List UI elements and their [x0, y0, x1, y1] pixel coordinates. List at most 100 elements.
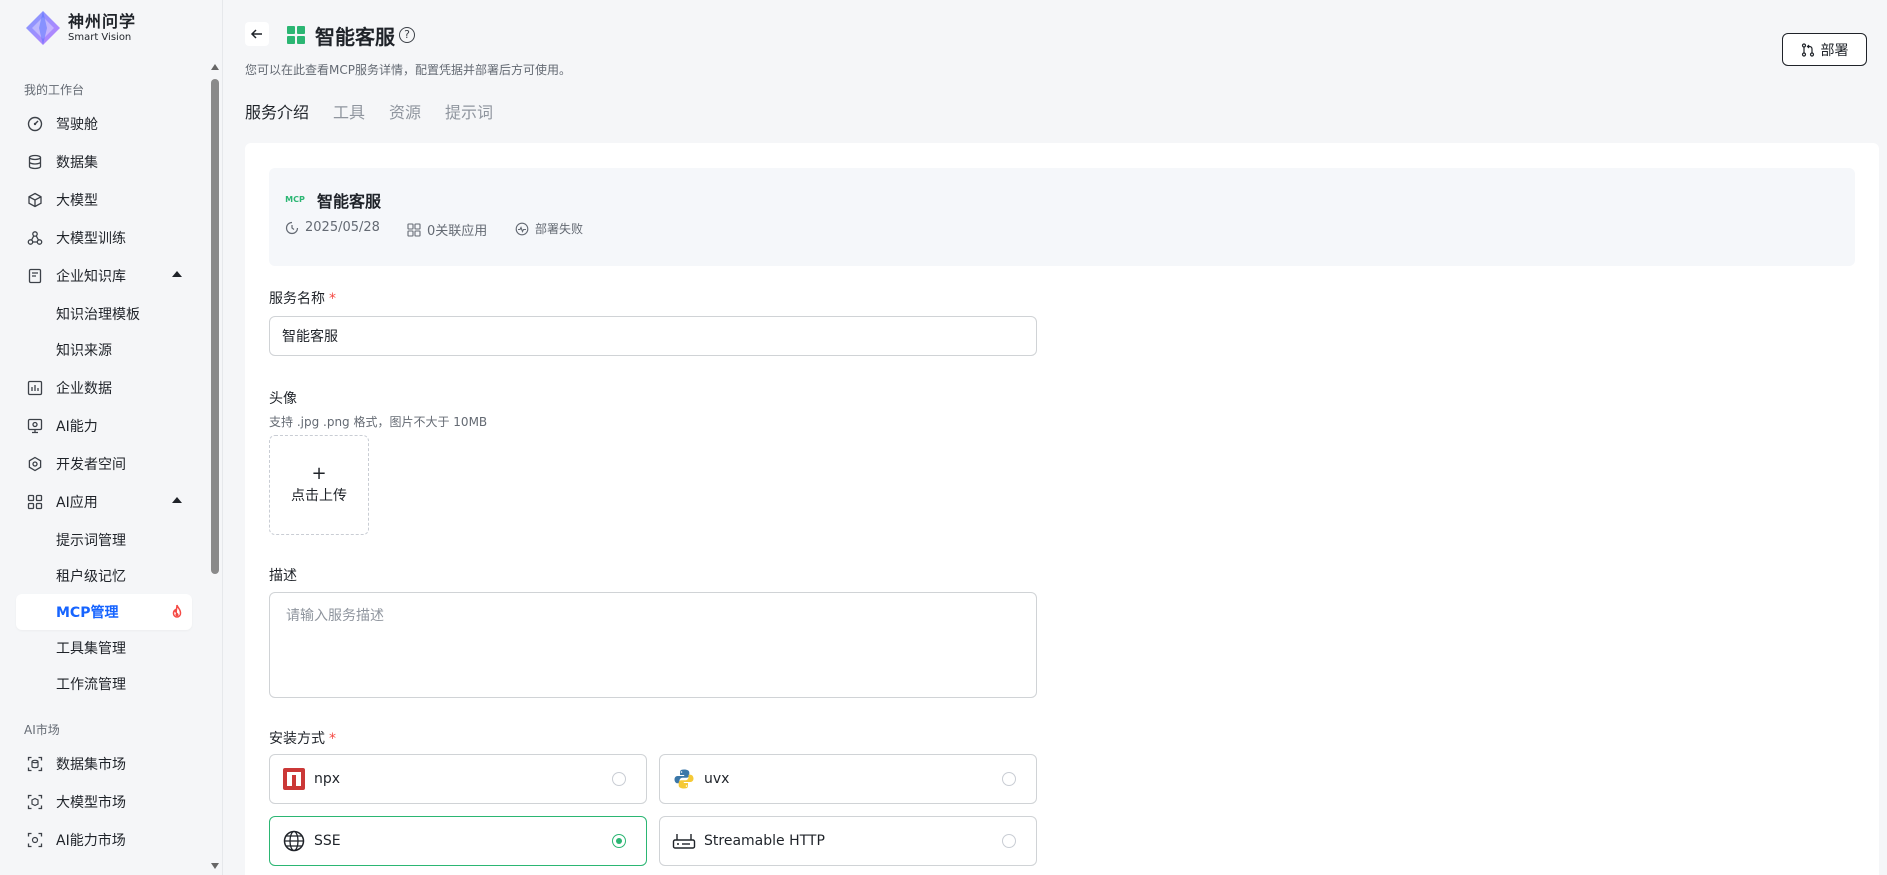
option-label: Streamable HTTP: [704, 833, 825, 849]
page-description: 您可以在此查看MCP服务详情，配置凭据并部署后方可使用。: [245, 63, 571, 77]
sidebar-item-tenant-memory[interactable]: 租户级记忆: [16, 558, 192, 594]
sidebar-item-enterprise-data[interactable]: 企业数据: [16, 370, 192, 406]
logo-diamond-icon: [24, 9, 62, 47]
option-label: uvx: [704, 771, 730, 787]
brand-logo[interactable]: 神州问学 Smart Vision: [24, 8, 136, 48]
database-icon: [26, 153, 44, 171]
sidebar-item-mcp-management[interactable]: MCP管理: [16, 594, 192, 630]
fire-icon: [170, 604, 184, 624]
install-option-streamable-http[interactable]: Streamable HTTP: [659, 816, 1037, 866]
description-label: 描述: [269, 568, 297, 584]
sidebar-item-knowledge-source[interactable]: 知识来源: [16, 332, 192, 368]
install-option-sse[interactable]: SSE: [269, 816, 647, 866]
sidebar-item-model-training[interactable]: 大模型训练: [16, 220, 192, 256]
sidebar-item-label: MCP管理: [56, 605, 119, 621]
install-option-npx[interactable]: npx: [269, 754, 647, 804]
sidebar-item-label: AI应用: [56, 495, 98, 511]
deploy-status: 部署失败: [515, 220, 583, 237]
sidebar-item-ai-ability[interactable]: AI能力: [16, 408, 192, 444]
sidebar: 神州问学 Smart Vision 我的工作台 驾驶舱 数据集 大模型 大模型训…: [0, 0, 223, 875]
back-button[interactable]: [245, 22, 269, 46]
book-icon: [26, 267, 44, 285]
deploy-status-text: 部署失败: [535, 222, 584, 236]
radio-uvx[interactable]: [1002, 772, 1016, 786]
tab-prompts[interactable]: 提示词: [445, 99, 493, 122]
sidebar-item-ai-apps[interactable]: AI应用: [16, 484, 192, 520]
scan-cube-icon: [26, 793, 44, 811]
option-label: npx: [314, 771, 341, 787]
sidebar-item-workflow-management[interactable]: 工作流管理: [16, 666, 192, 702]
brand-name-en: Smart Vision: [68, 31, 132, 43]
tab-service-intro[interactable]: 服务介绍: [245, 99, 309, 122]
service-grid-icon: [287, 26, 305, 44]
install-option-uvx[interactable]: uvx: [659, 754, 1037, 804]
sidebar-item-label: 数据集: [56, 155, 98, 171]
main-content: 智能客服 ? 您可以在此查看MCP服务详情，配置凭据并部署后方可使用。 部署 服…: [223, 0, 1887, 875]
sidebar-item-model[interactable]: 大模型: [16, 182, 192, 218]
tab-bar: 服务介绍 工具 资源 提示词: [245, 99, 517, 122]
arrow-left-icon: [250, 29, 262, 39]
python-icon: [672, 767, 696, 791]
globe-icon: [282, 829, 306, 853]
radio-npx[interactable]: [612, 772, 626, 786]
sidebar-item-dataset[interactable]: 数据集: [16, 144, 192, 180]
clock-icon: [285, 221, 299, 234]
sidebar-item-label: 大模型市场: [56, 795, 126, 811]
collapse-caret-icon[interactable]: [172, 271, 182, 277]
sidebar-item-ai-ability-market[interactable]: AI能力市场: [16, 822, 192, 858]
help-icon[interactable]: ?: [399, 27, 415, 43]
sidebar-scrollbar[interactable]: [208, 60, 222, 875]
tab-resources[interactable]: 资源: [389, 99, 421, 122]
deploy-button[interactable]: 部署: [1782, 33, 1867, 66]
sidebar-item-label: 企业数据: [56, 381, 112, 397]
brand-name: 神州问学: [68, 11, 137, 31]
avatar-hint: 支持 .jpg .png 格式，图片不大于 10MB: [269, 415, 488, 429]
scan-database-icon: [26, 755, 44, 773]
section-label-workspace: 我的工作台: [24, 83, 85, 97]
avatar-upload-button[interactable]: + 点击上传: [269, 435, 369, 535]
service-name-label: 服务名称 *: [269, 291, 336, 307]
collapse-caret-icon[interactable]: [172, 497, 182, 503]
sidebar-item-label: 开发者空间: [56, 457, 126, 473]
sidebar-item-cockpit[interactable]: 驾驶舱: [16, 106, 192, 142]
apps-grid-icon: [407, 222, 421, 237]
sidebar-item-dataset-market[interactable]: 数据集市场: [16, 746, 192, 782]
sidebar-item-knowledge-base[interactable]: 企业知识库: [16, 258, 192, 294]
deploy-icon: [1801, 42, 1814, 57]
scrollbar-thumb[interactable]: [211, 79, 219, 574]
ai-ability-icon: [26, 417, 44, 435]
plus-icon: +: [311, 463, 327, 484]
sidebar-item-knowledge-template[interactable]: 知识治理模板: [16, 296, 192, 332]
sidebar-item-developer-space[interactable]: 开发者空间: [16, 446, 192, 482]
router-icon: [672, 829, 696, 853]
description-textarea[interactable]: 请输入服务描述: [269, 592, 1037, 698]
service-info-box: MCP 智能客服 2025/05/28 0关联应用 部署失败: [269, 168, 1855, 266]
service-info-name: 智能客服: [317, 192, 382, 211]
scroll-down-arrow-icon[interactable]: [211, 863, 219, 869]
sidebar-item-model-market[interactable]: 大模型市场: [16, 784, 192, 820]
sidebar-nav: 我的工作台 驾驶舱 数据集 大模型 大模型训练 企业知识库 知识治理模板 知识来…: [0, 62, 208, 875]
radio-streamable-http[interactable]: [1002, 834, 1016, 848]
section-label-ai-market: AI市场: [24, 723, 60, 737]
apps-grid-icon: [26, 493, 44, 511]
tab-tools[interactable]: 工具: [333, 99, 365, 122]
sidebar-item-label: 大模型: [56, 193, 98, 209]
chart-icon: [26, 379, 44, 397]
linked-apps: 0关联应用: [407, 220, 487, 239]
service-name-input[interactable]: 智能客服: [269, 316, 1037, 356]
sidebar-item-label: 数据集市场: [56, 757, 126, 773]
sidebar-item-label: 企业知识库: [56, 269, 126, 285]
cube-icon: [26, 191, 44, 209]
sidebar-item-label: AI能力市场: [56, 833, 126, 849]
sidebar-item-label: 大模型训练: [56, 231, 126, 247]
sidebar-item-toolset-management[interactable]: 工具集管理: [16, 630, 192, 666]
created-date: 2025/05/28: [285, 220, 380, 235]
scroll-up-arrow-icon[interactable]: [211, 64, 219, 70]
sidebar-item-prompt-management[interactable]: 提示词管理: [16, 522, 192, 558]
radio-sse[interactable]: [612, 834, 626, 848]
deploy-button-label: 部署: [1820, 42, 1849, 59]
sidebar-item-label: 驾驶舱: [56, 117, 98, 133]
sidebar-item-label: AI能力: [56, 419, 98, 435]
created-date-text: 2025/05/28: [305, 220, 380, 235]
service-detail-card: MCP 智能客服 2025/05/28 0关联应用 部署失败 服务名称 * 智能客…: [245, 143, 1879, 875]
